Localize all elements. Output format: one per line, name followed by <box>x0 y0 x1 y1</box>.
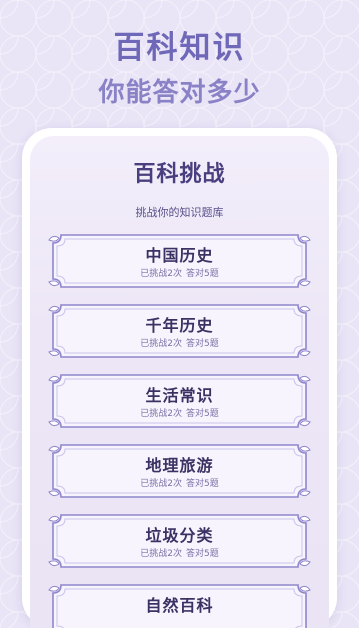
correct-count: 答对5题 <box>186 549 219 559</box>
challenge-count: 已挑战2次 <box>140 409 182 419</box>
app-title: 百科知识 <box>113 30 246 66</box>
phone-frame: 百科挑战 挑战你的知识题库 中国历史 已挑战2次 答对5题 千年历史 已挑战2次答… <box>22 128 337 628</box>
correct-count: 答对5题 <box>186 269 219 279</box>
category-card-history-millennium[interactable]: 千年历史 已挑战2次 答对5题 <box>47 302 312 360</box>
app-subtitle: 你能答对多少 <box>98 78 261 108</box>
challenge-count: 已挑战2次 <box>140 339 182 349</box>
category-name: 千年历史 <box>145 316 214 335</box>
category-name: 生活常识 <box>145 386 214 405</box>
challenge-count: 已挑战2次 <box>140 549 182 559</box>
category-name: 中国历史 <box>145 246 214 265</box>
category-card-life-tips[interactable]: 生活常识 已挑战2次 答对5题 <box>47 372 312 430</box>
category-card-garbage-sorting[interactable]: 垃圾分类 已挑战2次 答对5题 <box>47 512 312 570</box>
challenge-count: 已挑战2次 <box>140 269 182 279</box>
category-card-nature[interactable]: 自然百科 <box>47 582 312 628</box>
category-name: 自然百科 <box>145 596 214 615</box>
category-stats: 已挑战2次 答对5题 <box>47 476 312 489</box>
category-name: 地理旅游 <box>145 456 214 475</box>
category-card-history-china[interactable]: 中国历史 已挑战2次 答对5题 <box>47 232 312 290</box>
correct-count: 答对5题 <box>186 339 219 349</box>
screen-subtitle: 挑战你的知识题库 <box>135 206 224 219</box>
category-stats: 已挑战2次 答对5题 <box>47 266 312 279</box>
category-stats: 已挑战2次 答对5题 <box>47 406 312 419</box>
challenge-count: 已挑战2次 <box>140 479 182 489</box>
category-stats: 已挑战2次 答对5题 <box>47 336 312 349</box>
category-name: 垃圾分类 <box>145 526 214 545</box>
screen-title: 百科挑战 <box>133 162 226 187</box>
correct-count: 答对5题 <box>186 479 219 489</box>
category-stats: 已挑战2次 答对5题 <box>47 546 312 559</box>
correct-count: 答对5题 <box>186 409 219 419</box>
category-card-geography[interactable]: 地理旅游 已挑战2次 答对5题 <box>47 442 312 500</box>
phone-screen: 百科挑战 挑战你的知识题库 中国历史 已挑战2次 答对5题 千年历史 已挑战2次答… <box>30 136 329 628</box>
